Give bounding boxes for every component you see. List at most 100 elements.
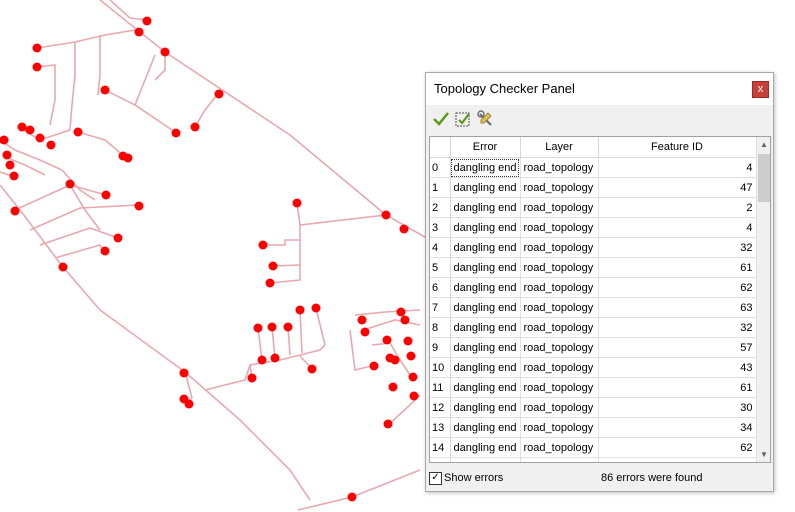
dangling-end-point[interactable] (134, 201, 144, 211)
dangling-end-point[interactable] (357, 315, 367, 325)
dangling-end-point[interactable] (283, 322, 293, 332)
layer-cell[interactable]: road_topology (520, 257, 599, 278)
layer-cell[interactable]: road_topology (520, 237, 599, 258)
dangling-end-point[interactable] (179, 368, 189, 378)
error-cell[interactable]: dangling end (450, 397, 521, 418)
column-header-error[interactable]: Error (450, 137, 521, 158)
dangling-end-point[interactable] (257, 355, 267, 365)
error-cell[interactable]: dangling end (450, 457, 521, 462)
feature-id-cell[interactable]: 43 (598, 357, 757, 378)
table-row[interactable]: 13 dangling end road_topology 34 (430, 417, 757, 438)
dangling-end-point[interactable] (247, 373, 257, 383)
dangling-end-point[interactable] (100, 246, 110, 256)
vertical-scrollbar[interactable]: ▲ ▼ (756, 137, 770, 462)
errors-table[interactable]: Error Layer Feature ID 0 dangling end road… (429, 136, 771, 463)
table-row[interactable]: 9 dangling end road_topology 57 (430, 337, 757, 358)
error-cell[interactable]: dangling end (450, 197, 521, 218)
dangling-end-point[interactable] (258, 240, 268, 250)
dangling-end-point[interactable] (123, 153, 133, 163)
feature-id-cell[interactable]: 61 (598, 377, 757, 398)
dangling-end-point[interactable] (307, 364, 317, 374)
error-cell[interactable]: dangling end (450, 177, 521, 198)
feature-id-cell[interactable]: 4 (598, 157, 757, 178)
configure-rules-button[interactable] (476, 109, 496, 129)
error-cell[interactable]: dangling end (450, 237, 521, 258)
error-cell[interactable]: dangling end (450, 317, 521, 338)
dangling-end-point[interactable] (347, 492, 357, 502)
validate-all-button[interactable] (431, 109, 451, 129)
close-button[interactable]: x (752, 81, 769, 98)
feature-id-cell[interactable]: 4 (598, 217, 757, 238)
dangling-end-point[interactable] (292, 198, 302, 208)
feature-id-cell[interactable]: 57 (598, 337, 757, 358)
dangling-end-point[interactable] (100, 85, 110, 95)
panel-title-bar[interactable]: Topology Checker Panel x (426, 73, 773, 105)
dangling-end-point[interactable] (46, 140, 56, 150)
error-cell[interactable]: dangling end (450, 217, 521, 238)
dangling-end-point[interactable] (381, 210, 391, 220)
table-row[interactable]: 15dangling endroad_topology63 (430, 457, 757, 462)
scroll-down-arrow-icon[interactable]: ▼ (757, 447, 770, 462)
dangling-end-point[interactable] (383, 419, 393, 429)
dangling-end-point[interactable] (25, 125, 35, 135)
dangling-end-point[interactable] (408, 372, 418, 382)
feature-id-cell[interactable]: 62 (598, 277, 757, 298)
dangling-end-point[interactable] (101, 190, 111, 200)
table-row[interactable]: 11 dangling end road_topology 61 (430, 377, 757, 398)
feature-id-cell[interactable]: 32 (598, 237, 757, 258)
feature-id-cell[interactable]: 32 (598, 317, 757, 338)
dangling-end-point[interactable] (134, 27, 144, 37)
dangling-end-point[interactable] (388, 382, 398, 392)
table-row[interactable]: 2 dangling end road_topology 2 (430, 197, 757, 218)
table-row[interactable]: 8 dangling end road_topology 32 (430, 317, 757, 338)
layer-cell[interactable]: road_topology (520, 177, 599, 198)
dangling-end-point[interactable] (58, 262, 68, 272)
table-row[interactable]: 12 dangling end road_topology 30 (430, 397, 757, 418)
dangling-end-point[interactable] (396, 307, 406, 317)
scroll-up-arrow-icon[interactable]: ▲ (757, 137, 770, 152)
dangling-end-point[interactable] (267, 322, 277, 332)
table-row[interactable]: 1 dangling end road_topology 47 (430, 177, 757, 198)
dangling-end-point[interactable] (32, 62, 42, 72)
dangling-end-point[interactable] (403, 336, 413, 346)
table-row[interactable]: 5 dangling end road_topology 61 (430, 257, 757, 278)
dangling-end-point[interactable] (382, 335, 392, 345)
scrollbar-thumb[interactable] (758, 154, 770, 202)
layer-cell[interactable]: road_topology (520, 397, 599, 418)
layer-cell[interactable]: road_topology (520, 377, 599, 398)
error-cell[interactable]: dangling end (450, 277, 521, 298)
feature-id-cell[interactable]: 61 (598, 257, 757, 278)
layer-cell[interactable]: road_topology (520, 277, 599, 298)
dangling-end-point[interactable] (406, 351, 416, 361)
layer-cell[interactable]: road_topology (520, 457, 599, 462)
show-errors-checkbox[interactable]: ✓ (429, 472, 442, 485)
error-cell[interactable]: dangling end (450, 257, 521, 278)
dangling-end-point[interactable] (73, 127, 83, 137)
dangling-end-point[interactable] (311, 303, 321, 313)
dangling-end-point[interactable] (17, 122, 27, 132)
dangling-end-point[interactable] (142, 16, 152, 26)
layer-cell[interactable]: road_topology (520, 417, 599, 438)
column-header-layer[interactable]: Layer (520, 137, 599, 158)
error-cell[interactable]: dangling end (450, 297, 521, 318)
dangling-end-point[interactable] (190, 122, 200, 132)
dangling-end-point[interactable] (265, 278, 275, 288)
feature-id-cell[interactable]: 62 (598, 437, 757, 458)
dangling-end-point[interactable] (10, 206, 20, 216)
table-row[interactable]: 7 dangling end road_topology 63 (430, 297, 757, 318)
dangling-end-point[interactable] (0, 135, 9, 145)
table-row[interactable]: 0 dangling end road_topology 4 (430, 157, 757, 178)
feature-id-cell[interactable]: 63 (598, 457, 757, 462)
table-row[interactable]: 10 dangling end road_topology 43 (430, 357, 757, 378)
dangling-end-point[interactable] (160, 47, 170, 57)
table-row[interactable]: 6 dangling end road_topology 62 (430, 277, 757, 298)
error-cell[interactable]: dangling end (450, 437, 521, 458)
dangling-end-point[interactable] (65, 179, 75, 189)
layer-cell[interactable]: road_topology (520, 197, 599, 218)
dangling-end-point[interactable] (32, 43, 42, 53)
layer-cell[interactable]: road_topology (520, 357, 599, 378)
layer-cell[interactable]: road_topology (520, 337, 599, 358)
dangling-end-point[interactable] (399, 224, 409, 234)
layer-cell[interactable]: road_topology (520, 437, 599, 458)
feature-id-cell[interactable]: 63 (598, 297, 757, 318)
